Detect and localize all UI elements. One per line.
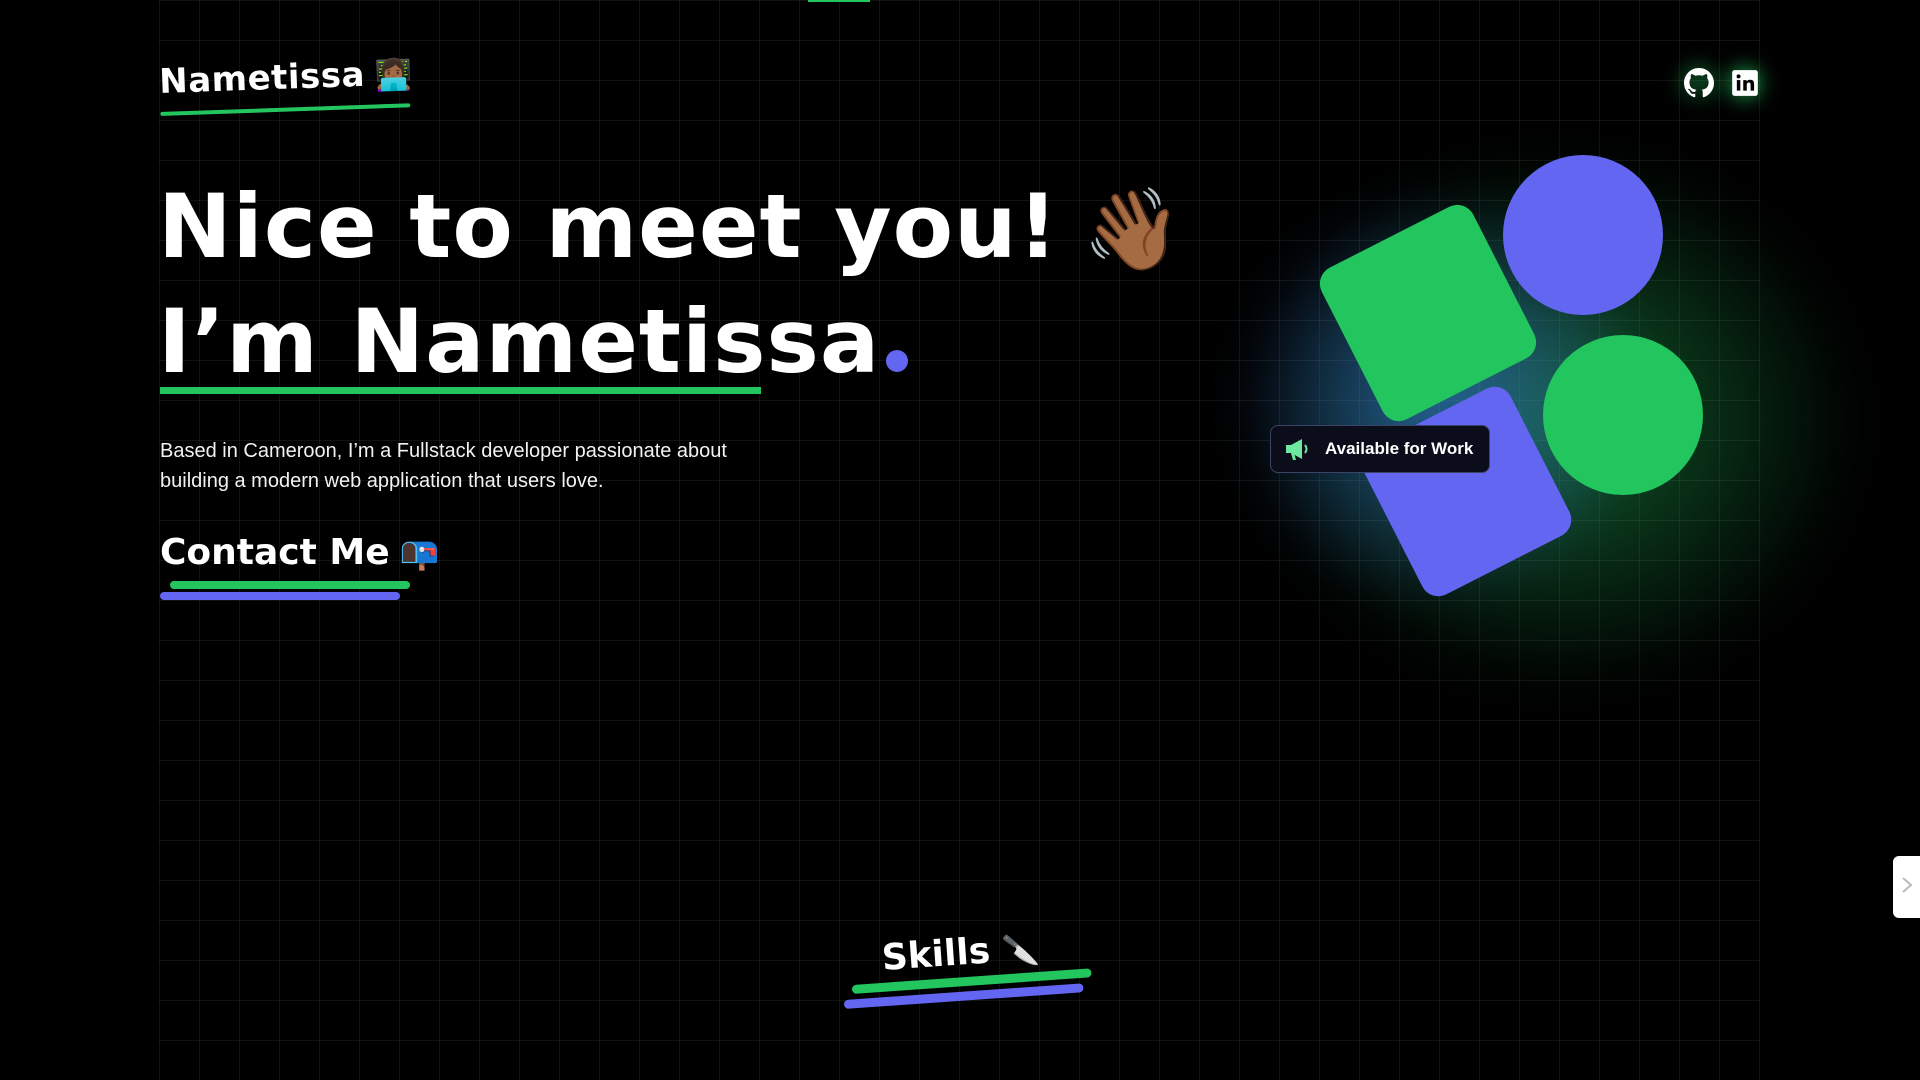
skills-title: Skills — [880, 930, 992, 979]
megaphone-icon — [1283, 435, 1311, 463]
linkedin-icon — [1731, 69, 1759, 101]
side-tab-icon — [1900, 874, 1914, 900]
hero-dot — [886, 350, 909, 372]
name-underline — [160, 387, 761, 394]
logo-text: Nametissa — [158, 54, 366, 102]
github-link[interactable] — [1682, 68, 1716, 102]
contact-me-link[interactable]: Contact Me 📭 — [160, 532, 439, 573]
wave-emoji: 👋🏾 — [1082, 183, 1184, 276]
contact-label: Contact Me — [160, 532, 390, 573]
hero-bio: Based in Cameroon, I’m a Fullstack devel… — [160, 440, 727, 492]
linkedin-link[interactable] — [1728, 68, 1762, 102]
hero-heading-line1: Nice to meet you! 👋🏾 — [158, 175, 1183, 278]
hero-greeting: Nice to meet you! — [158, 175, 1059, 278]
side-panel-tab[interactable] — [1893, 856, 1920, 918]
top-accent-bar — [808, 0, 870, 2]
knife-emoji: 🔪 — [1000, 932, 1041, 970]
contact-underline-green — [170, 581, 410, 589]
contact-underline-blue — [160, 592, 400, 600]
github-icon — [1684, 68, 1714, 102]
badge-label: Available for Work — [1325, 439, 1474, 458]
page: Nametissa 👩🏾‍💻 Nice to meet you! 👋🏾 I’m Na… — [0, 0, 1920, 1080]
hero-heading-line2: I’m Nametissa — [158, 290, 909, 393]
hero-name: I’m Nametissa — [158, 290, 881, 393]
logo-emoji: 👩🏾‍💻 — [374, 57, 413, 94]
blue-circle-shape — [1503, 155, 1663, 315]
available-for-work-badge: Available for Work — [1270, 425, 1490, 473]
green-circle-shape — [1543, 335, 1703, 495]
mailbox-emoji: 📭 — [399, 534, 440, 572]
